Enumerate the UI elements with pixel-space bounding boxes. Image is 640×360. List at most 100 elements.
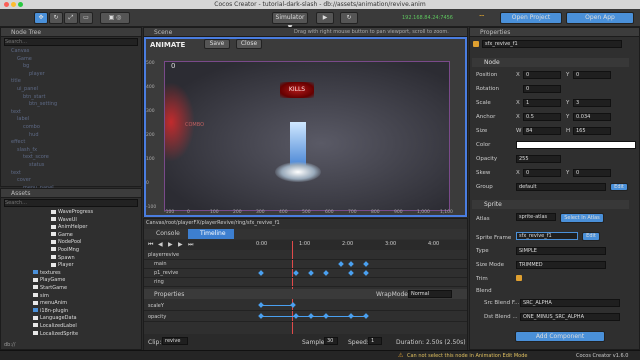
tree-node[interactable]: text xyxy=(11,109,141,117)
keyframe-marker[interactable] xyxy=(338,261,344,267)
tree-node[interactable]: slash_fx xyxy=(11,147,141,155)
sample-input[interactable]: 30 xyxy=(324,337,338,345)
last-frame-button[interactable]: ⏭ xyxy=(188,241,193,249)
tree-node[interactable]: status xyxy=(11,162,141,170)
size-w-input[interactable]: 84 xyxy=(523,127,561,135)
sprite-frame-field[interactable]: sfx_revive_f1 xyxy=(516,232,578,240)
size-h-input[interactable]: 165 xyxy=(573,127,611,135)
scale-y-input[interactable]: 3 xyxy=(573,99,611,107)
keyframe-marker[interactable] xyxy=(290,302,296,308)
sprite-section-header[interactable]: Sprite xyxy=(472,200,629,209)
tree-node[interactable]: btn_setting xyxy=(11,101,141,109)
keyframe-marker[interactable] xyxy=(258,270,264,276)
tree-node[interactable]: text_score xyxy=(11,154,141,162)
rect-tool-button[interactable]: ▭ xyxy=(79,12,93,24)
first-frame-button[interactable]: ⏮ xyxy=(148,241,153,249)
close-window-icon[interactable] xyxy=(4,2,9,7)
rotate-tool-button[interactable]: ↻ xyxy=(49,12,63,24)
asset-item[interactable]: WaveUI xyxy=(51,217,141,225)
timeline-property-row[interactable]: scaleY xyxy=(144,300,467,311)
next-frame-button[interactable]: ▶ xyxy=(178,241,183,248)
keyframe-marker[interactable] xyxy=(293,270,299,276)
tree-node[interactable]: hud xyxy=(11,132,141,140)
position-x-input[interactable]: 0 xyxy=(523,71,561,79)
keyframe-marker[interactable] xyxy=(308,313,314,319)
node-active-checkbox[interactable] xyxy=(473,41,479,47)
tree-node[interactable]: cover xyxy=(11,177,141,185)
open-app-button[interactable]: Open App xyxy=(566,12,634,24)
timeline-node-row[interactable]: p1_revive xyxy=(144,269,467,278)
group-select[interactable]: default xyxy=(516,183,606,191)
type-select[interactable]: SIMPLE xyxy=(516,247,606,255)
local-button[interactable]: ▣ ◎ xyxy=(100,12,130,24)
scale-tool-button[interactable]: ⤢ xyxy=(64,12,78,24)
refresh-button[interactable]: ↻ xyxy=(340,12,358,24)
tree-node[interactable]: text xyxy=(11,170,141,178)
simulator-dropdown[interactable]: Simulator ▼ xyxy=(272,12,308,31)
zoom-window-icon[interactable] xyxy=(18,2,23,7)
tree-node[interactable]: bg xyxy=(11,63,141,71)
play-anim-button[interactable]: ▶ xyxy=(168,241,173,248)
scene-save-button[interactable]: Save xyxy=(204,39,230,49)
asset-item[interactable]: LanguageData xyxy=(33,315,141,323)
anchor-x-input[interactable]: 0.5 xyxy=(523,113,561,121)
group-edit-button[interactable]: Edit xyxy=(610,183,628,191)
keyframe-marker[interactable] xyxy=(293,313,299,319)
node-tree-search-input[interactable] xyxy=(4,38,138,46)
asset-item[interactable]: Game xyxy=(51,232,141,240)
dst-blend-select[interactable]: ONE_MINUS_SRC_ALPHA xyxy=(520,313,620,321)
skew-x-input[interactable]: 0 xyxy=(523,169,561,177)
speed-input[interactable]: 1 xyxy=(368,337,382,345)
timeline-node-row[interactable]: ring xyxy=(144,278,467,287)
move-tool-button[interactable]: ✥ xyxy=(34,12,48,24)
tree-node[interactable]: player xyxy=(11,71,141,79)
tree-node[interactable]: combo xyxy=(11,124,141,132)
tab-console[interactable]: Console xyxy=(146,229,186,239)
keyframe-marker[interactable] xyxy=(258,313,264,319)
keyframe-marker[interactable] xyxy=(323,313,329,319)
tree-node[interactable]: btn_start xyxy=(11,94,141,102)
select-in-atlas-button[interactable]: Select In Atlas xyxy=(560,213,604,223)
add-component-button[interactable]: Add Component xyxy=(515,331,605,342)
tree-node[interactable]: Canvas xyxy=(11,48,141,56)
asset-item[interactable]: AnimHelper xyxy=(51,224,141,232)
tree-node[interactable]: ui_panel xyxy=(11,86,141,94)
keyframe-marker[interactable] xyxy=(323,270,329,276)
asset-item[interactable]: PlayGame xyxy=(33,277,141,285)
keyframe-marker[interactable] xyxy=(258,302,264,308)
asset-item[interactable]: menuAnim xyxy=(33,300,141,308)
tree-node[interactable]: effect xyxy=(11,139,141,147)
keyframe-marker[interactable] xyxy=(363,261,369,267)
prev-frame-button[interactable]: ◀ xyxy=(158,241,163,248)
node-section-header[interactable]: Node xyxy=(472,58,629,67)
asset-item[interactable]: WaveProgress xyxy=(51,209,141,217)
asset-item[interactable]: Spawn xyxy=(51,255,141,263)
asset-item[interactable]: NodePool xyxy=(51,239,141,247)
scene-viewport[interactable]: ANIMATE Save Close 500 400 300 200 100 0 -100 … xyxy=(144,37,467,217)
sprite-frame-edit-button[interactable]: Edit xyxy=(582,232,600,241)
asset-item[interactable]: LocalizedSprite xyxy=(33,331,141,339)
skew-y-input[interactable]: 0 xyxy=(573,169,611,177)
anchor-y-input[interactable]: 0.034 xyxy=(573,113,611,121)
asset-item[interactable]: textures xyxy=(33,270,141,278)
trim-checkbox[interactable] xyxy=(516,275,522,281)
play-button[interactable]: ▶ xyxy=(316,12,334,24)
rotation-input[interactable]: 0 xyxy=(523,85,561,93)
minimize-window-icon[interactable] xyxy=(11,2,16,7)
asset-item[interactable]: Player xyxy=(51,262,141,270)
asset-item[interactable]: LocalizedLabel xyxy=(33,323,141,331)
timeline-node-row[interactable]: main xyxy=(144,260,467,269)
asset-item[interactable]: StartGame xyxy=(33,285,141,293)
keyframe-marker[interactable] xyxy=(348,270,354,276)
color-swatch[interactable] xyxy=(516,141,636,149)
timeline-property-row[interactable]: opacity xyxy=(144,311,467,322)
timeline-node-row[interactable]: playerrevive xyxy=(144,251,467,260)
atlas-field[interactable]: sprite-atlas xyxy=(516,213,556,221)
keyframe-marker[interactable] xyxy=(308,270,314,276)
src-blend-select[interactable]: SRC_ALPHA xyxy=(520,299,620,307)
opacity-input[interactable]: 255 xyxy=(516,155,561,163)
wrapmode-select[interactable]: Normal xyxy=(408,290,452,298)
asset-item[interactable]: PoolMng xyxy=(51,247,141,255)
asset-item[interactable]: i18n-plugin xyxy=(33,308,141,316)
keyframe-marker[interactable] xyxy=(348,313,354,319)
